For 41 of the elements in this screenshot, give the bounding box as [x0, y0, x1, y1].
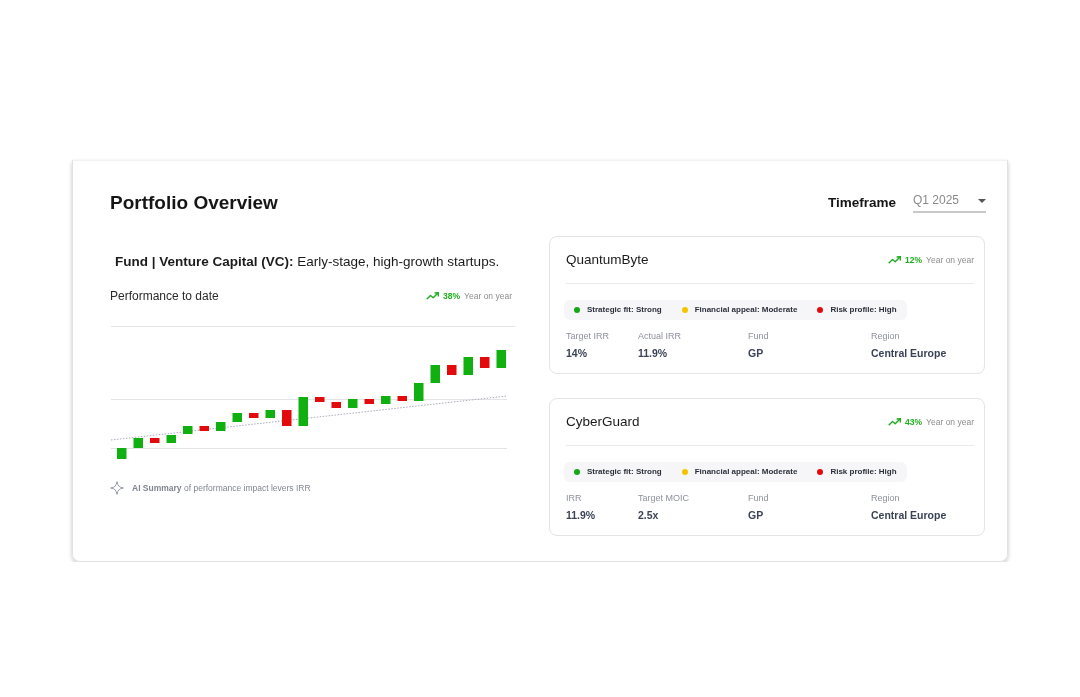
- metric-value: 11.9%: [566, 509, 597, 521]
- trend-value: 12%: [905, 254, 923, 266]
- metric-value: 11.9%: [638, 347, 669, 359]
- metric-label: Region: [871, 331, 901, 342]
- timeframe-label: Timeframe: [827, 193, 896, 212]
- chart-title: Performance to date: [110, 289, 219, 303]
- metric-value: Central Europe: [871, 509, 948, 521]
- company-name: QuantumByte: [566, 251, 649, 269]
- metric-label: Fund: [748, 331, 770, 342]
- page-title: Portfolio Overview: [110, 191, 278, 215]
- trend-up-icon: [888, 418, 902, 426]
- sparkle-icon: [110, 481, 124, 495]
- metric-label: IRR: [566, 493, 583, 504]
- metric-value: 2.5x: [638, 509, 660, 521]
- metric-value: Central Europe: [871, 347, 948, 359]
- metric-label: Fund: [748, 493, 770, 504]
- fund-description: Fund | Venture Capital (VC): Early-stage, high-growth startups.: [115, 253, 501, 271]
- rating-label: Financial appeal: Moderate: [694, 467, 798, 477]
- company-name: CyberGuard: [566, 413, 640, 431]
- trend-value: 43%: [905, 416, 923, 428]
- metric-value: GP: [748, 347, 765, 359]
- metric-label: Actual IRR: [638, 331, 682, 342]
- metric-value: 14%: [566, 347, 588, 359]
- metric-label: Region: [871, 493, 901, 504]
- caret-down-icon: [978, 198, 986, 203]
- trend-label: Year on year: [464, 290, 512, 302]
- rating-label: Strategic fit: Strong: [587, 467, 662, 477]
- ai-summary-text: AI Summary of performance impact levers IRR: [132, 482, 311, 495]
- trend-label: Year on year: [926, 416, 974, 428]
- trend-up-icon: [426, 292, 440, 300]
- trend-up-icon: [888, 256, 902, 264]
- rating-label: Risk profile: High: [830, 467, 897, 477]
- rating-label: Financial appeal: Moderate: [694, 305, 798, 315]
- rating-label: Risk profile: High: [830, 305, 897, 315]
- metric-label: Target IRR: [566, 331, 610, 342]
- timeframe-dropdown[interactable]: Q1 2025: [913, 193, 986, 213]
- trend-value: 38%: [443, 290, 461, 302]
- metric-label: Target MOIC: [638, 493, 690, 504]
- metric-value: GP: [748, 509, 765, 521]
- rating-label: Strategic fit: Strong: [587, 305, 662, 315]
- trend-label: Year on year: [926, 254, 974, 266]
